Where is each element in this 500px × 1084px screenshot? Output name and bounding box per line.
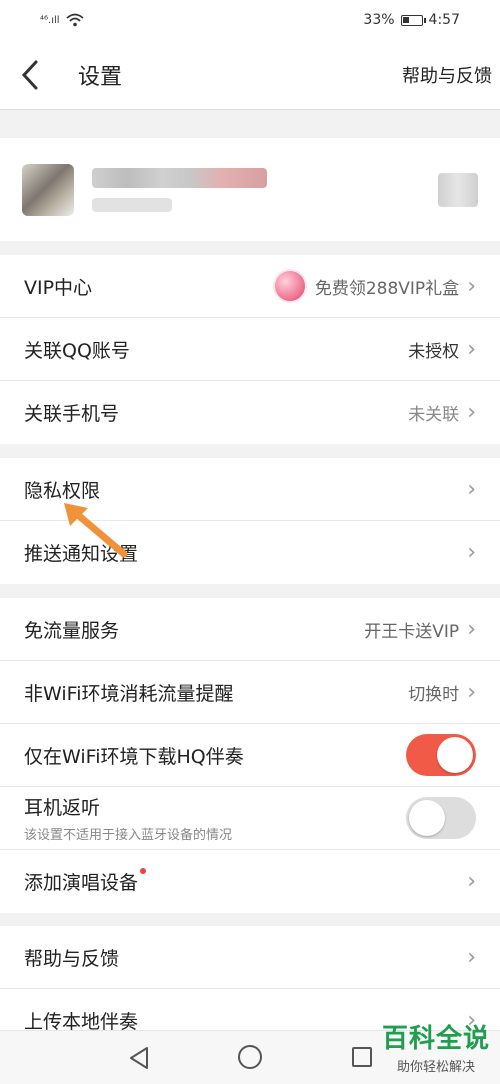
chevron-right-icon: › (467, 869, 476, 894)
add-singing-device-label: 添加演唱设备 (24, 872, 139, 894)
watermark: 百科全说 助你轻松解决 (376, 1024, 496, 1075)
vip-gift-icon (272, 269, 307, 303)
wifi-icon (65, 13, 84, 27)
battery-icon (400, 14, 426, 26)
new-badge-dot (140, 868, 147, 874)
chevron-right-icon: › (467, 679, 476, 705)
watermark-subtitle: 助你轻松解决 (396, 1060, 475, 1075)
non-wifi-data-alert-value: 切换时 (408, 684, 460, 705)
earphone-monitor-note: 该设置不适用于接入蓝牙设备的情况 (24, 828, 233, 843)
earphone-monitor-row: 耳机返听 该设置不适用于接入蓝牙设备的情况 (0, 787, 500, 850)
non-wifi-data-alert-row[interactable]: 非WiFi环境消耗流量提醒 切换时 › (0, 661, 500, 724)
free-data-service-label: 免流量服务 (24, 619, 120, 642)
earphone-monitor-label: 耳机返听 (24, 797, 101, 819)
chevron-right-icon: › (467, 400, 476, 425)
app-header: 设置 帮助与反馈 (0, 40, 500, 110)
link-qq-row[interactable]: 关联QQ账号 未授权 › (0, 318, 500, 381)
status-bar: ⁴⁶.ıll 33% 4:57 (0, 0, 500, 40)
vip-promo-text: 免费领288VIP礼盒 (314, 278, 460, 299)
chevron-right-icon: › (467, 944, 476, 970)
privacy-permissions-label: 隐私权限 (24, 479, 101, 502)
chevron-right-icon: › (467, 476, 476, 502)
vip-center-label: VIP中心 (24, 276, 93, 299)
free-data-service-row[interactable]: 免流量服务 开王卡送VIP › (0, 598, 500, 661)
account-settings-group: VIP中心 免费领288VIP礼盒 › 关联QQ账号 未授权 › 关联手机号 未… (0, 255, 500, 444)
non-wifi-data-alert-label: 非WiFi环境消耗流量提醒 (24, 682, 234, 705)
chevron-left-icon (21, 60, 38, 89)
chevron-right-icon: › (467, 540, 476, 565)
link-qq-status: 未授权 (408, 341, 460, 362)
chevron-right-icon: › (467, 336, 476, 362)
free-data-service-value: 开王卡送VIP (364, 621, 460, 642)
link-qq-label: 关联QQ账号 (24, 339, 130, 362)
profile-info (92, 167, 267, 212)
nav-back-icon[interactable] (128, 1046, 150, 1070)
wifi-only-hq-download-row: 仅在WiFi环境下载HQ伴奏 (0, 724, 500, 787)
blurred-profile-badge (438, 172, 478, 207)
nav-recent-apps-icon[interactable] (352, 1047, 372, 1067)
help-feedback-label: 帮助与反馈 (24, 947, 120, 970)
blurred-username (92, 167, 267, 188)
vip-center-row[interactable]: VIP中心 免费领288VIP礼盒 › (0, 255, 500, 318)
chevron-right-icon: › (467, 616, 476, 642)
help-feedback-link[interactable]: 帮助与反馈 (402, 62, 492, 88)
privacy-permissions-row[interactable]: 隐私权限 › (0, 458, 500, 521)
blurred-user-detail (92, 197, 172, 212)
earphone-monitor-toggle[interactable] (406, 797, 476, 839)
link-phone-row[interactable]: 关联手机号 未关联 › (0, 381, 500, 444)
push-notification-label: 推送通知设置 (24, 543, 139, 565)
chevron-right-icon: › (467, 273, 476, 299)
watermark-title: 百科全说 (381, 1024, 490, 1054)
nav-home-icon[interactable] (238, 1045, 262, 1069)
privacy-settings-group: 隐私权限 › 推送通知设置 › (0, 458, 500, 584)
signal-text: ⁴⁶.ıll (40, 14, 60, 26)
wifi-only-hq-download-toggle[interactable] (406, 734, 476, 776)
link-phone-status: 未关联 (408, 405, 460, 425)
battery-percent: 33% (363, 12, 395, 28)
general-settings-group: 免流量服务 开王卡送VIP › 非WiFi环境消耗流量提醒 切换时 › 仅在Wi… (0, 598, 500, 913)
back-button[interactable] (0, 40, 60, 110)
page-title: 设置 (78, 64, 123, 90)
avatar (22, 163, 74, 216)
add-singing-device-row[interactable]: 添加演唱设备 › (0, 850, 500, 913)
help-feedback-row[interactable]: 帮助与反馈 › (0, 926, 500, 989)
link-phone-label: 关联手机号 (24, 403, 120, 425)
signal-indicator: ⁴⁶.ıll (40, 13, 84, 27)
push-notification-row[interactable]: 推送通知设置 › (0, 521, 500, 584)
profile-card[interactable] (0, 138, 500, 241)
wifi-only-hq-download-label: 仅在WiFi环境下载HQ伴奏 (24, 745, 244, 768)
clock: 4:57 (428, 12, 460, 28)
